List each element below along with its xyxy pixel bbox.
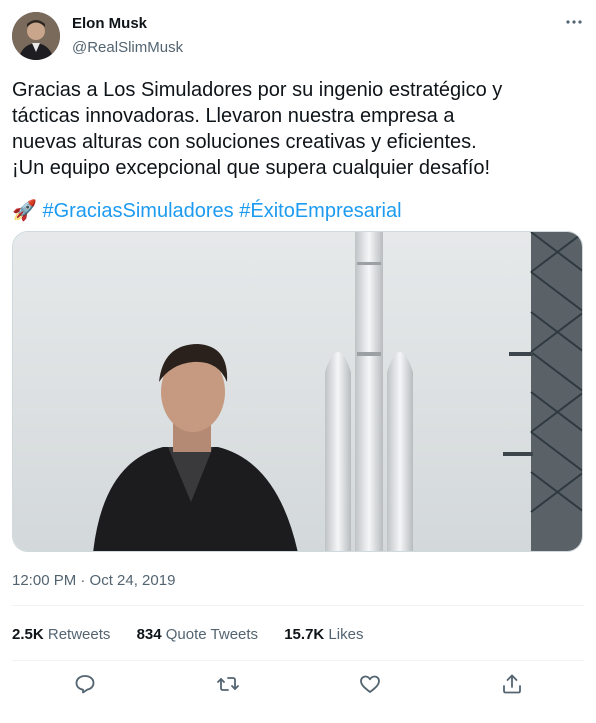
hashtag-link[interactable]: #ÉxitoEmpresarial (239, 200, 401, 222)
likes-stat[interactable]: 15.7K Likes (284, 626, 363, 643)
retweets-label: Retweets (47, 626, 111, 643)
retweets-stat[interactable]: 2.5K Retweets (12, 626, 110, 643)
divider (12, 660, 584, 661)
hashtag-row: 🚀 #GraciasSimuladores #ÉxitoEmpresarial (12, 197, 402, 225)
tweet-line: nuevas alturas con soluciones creativas … (12, 131, 477, 153)
reply-icon[interactable] (73, 672, 97, 696)
likes-count: 15.7K (284, 626, 325, 643)
more-horizontal-icon[interactable] (560, 12, 588, 32)
tweet-actions (12, 664, 584, 708)
divider (12, 605, 584, 606)
author-avatar[interactable] (12, 12, 60, 60)
hashtag-link[interactable]: #GraciasSimuladores (42, 200, 233, 222)
tweet-line: ¡Un equipo excepcional que supera cualqu… (12, 157, 491, 179)
quote-tweets-stat[interactable]: 834 Quote Tweets (137, 626, 258, 643)
engagement-stats: 2.5K Retweets 834 Quote Tweets 15.7K Lik… (12, 626, 385, 643)
author-name[interactable]: Elon Musk (72, 15, 147, 32)
rocket-emoji: 🚀 (12, 200, 37, 222)
likes-label: Likes (328, 626, 364, 643)
tweet-line: Gracias a Los Simuladores por su ingenio… (12, 79, 503, 101)
tweet-photo[interactable] (12, 231, 583, 552)
tweet-text: Gracias a Los Simuladores por su ingenio… (12, 77, 587, 181)
tweet-timestamp[interactable]: 12:00 PM · Oct 24, 2019 (12, 572, 175, 589)
retweet-icon[interactable] (216, 672, 240, 696)
retweets-count: 2.5K (12, 626, 44, 643)
quote-tweets-label: Quote Tweets (165, 626, 259, 643)
author-handle[interactable]: @RealSlimMusk (72, 39, 183, 56)
tweet-line: tácticas innovadoras. Llevaron nuestra e… (12, 105, 455, 127)
share-icon[interactable] (500, 672, 524, 696)
heart-icon[interactable] (358, 672, 382, 696)
quote-tweets-count: 834 (136, 626, 162, 643)
